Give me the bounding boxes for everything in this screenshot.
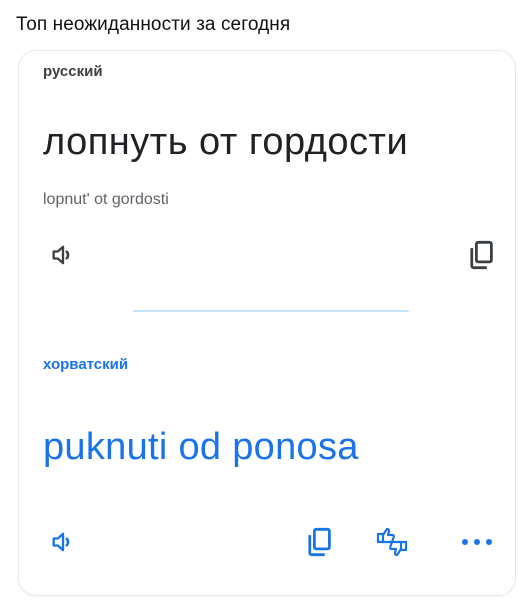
post-caption: Топ неожиданности за сегодня <box>16 14 291 35</box>
source-transliteration: lopnut' ot gordosti <box>43 191 169 208</box>
target-language-label: хорватский <box>43 356 129 373</box>
copy-icon <box>308 527 331 557</box>
feedback-icon <box>376 527 408 557</box>
copy-icon <box>470 240 493 270</box>
source-copy-button[interactable] <box>463 237 499 273</box>
speaker-icon <box>52 245 70 265</box>
target-listen-button[interactable] <box>45 524 81 560</box>
more-icon <box>462 539 492 545</box>
source-text: лопнуть от гордости <box>43 121 409 163</box>
speaker-icon <box>52 532 70 552</box>
section-divider <box>133 310 409 312</box>
translation-card: русский лопнуть от гордости lopnut' ot g… <box>18 50 516 596</box>
source-language-label: русский <box>43 63 103 80</box>
target-feedback-button[interactable] <box>374 524 410 560</box>
target-more-button[interactable] <box>459 524 495 560</box>
target-text: puknuti od ponosa <box>43 426 359 468</box>
source-listen-button[interactable] <box>45 237 81 273</box>
target-copy-button[interactable] <box>301 524 337 560</box>
